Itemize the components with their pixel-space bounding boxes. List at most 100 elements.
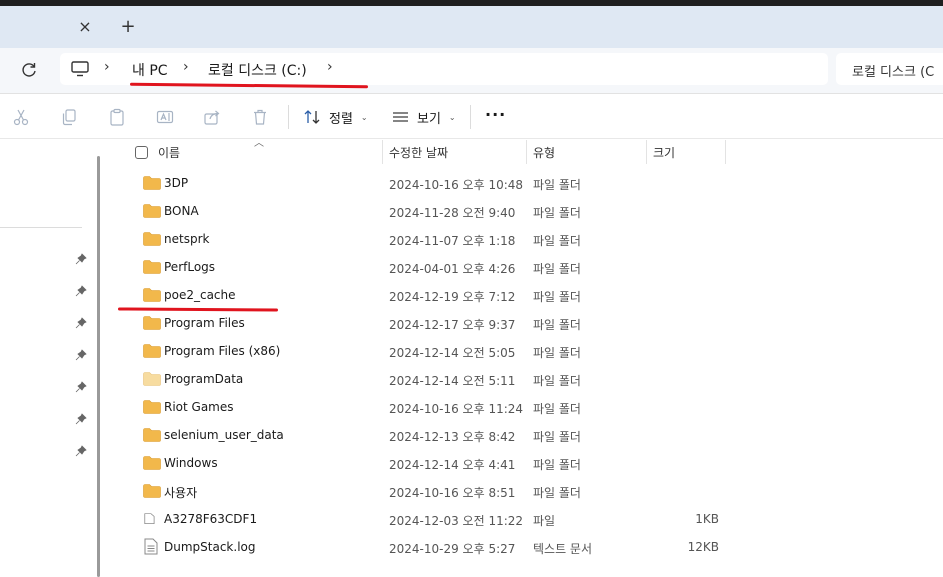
file-date: 2024-12-14 오전 5:11 — [389, 374, 516, 388]
search-placeholder: 로컬 디스크 (C — [852, 65, 935, 80]
file-size: 1KB — [695, 512, 719, 526]
column-divider[interactable] — [725, 140, 726, 164]
breadcrumb-local-disk[interactable]: 로컬 디스크 (C:) — [208, 60, 307, 80]
select-all-checkbox[interactable] — [135, 146, 148, 159]
breadcrumb-this-pc[interactable]: 내 PC — [132, 60, 168, 80]
file-name[interactable]: A3278F63CDF1 — [164, 512, 257, 526]
address-bar[interactable]: › 내 PC › 로컬 디스크 (C:) › — [60, 53, 828, 85]
file-date: 2024-10-29 오후 5:27 — [389, 542, 516, 556]
pin-icon[interactable] — [75, 413, 87, 425]
file-row[interactable]: poe2_cache 2024-12-19 오후 7:12 파일 폴더 — [104, 281, 943, 309]
refresh-icon[interactable] — [18, 59, 40, 81]
file-date: 2024-12-17 오후 9:37 — [389, 318, 516, 332]
column-header-type[interactable]: 유형 — [533, 144, 555, 161]
pin-icon[interactable] — [75, 381, 87, 393]
file-row[interactable]: 사용자 2024-10-16 오후 8:51 파일 폴더 — [104, 477, 943, 505]
file-type: 파일 폴더 — [533, 458, 581, 472]
file-name[interactable]: Riot Games — [164, 400, 234, 414]
breadcrumb-separator-icon[interactable]: › — [183, 59, 189, 75]
this-pc-icon[interactable] — [71, 61, 89, 77]
sort-label: 정렬 — [329, 111, 353, 127]
view-button[interactable]: 보기 ⌄ — [392, 106, 456, 128]
new-tab-icon[interactable]: + — [117, 16, 139, 38]
share-icon[interactable] — [203, 108, 221, 126]
file-date: 2024-12-13 오후 8:42 — [389, 430, 516, 444]
file-date: 2024-12-19 오후 7:12 — [389, 290, 516, 304]
file-name[interactable]: ProgramData — [164, 372, 243, 386]
file-type: 텍스트 문서 — [533, 542, 593, 556]
folder-icon — [143, 204, 161, 218]
file-name[interactable]: 사용자 — [164, 484, 197, 501]
column-header-name[interactable]: 이름 — [158, 144, 180, 161]
delete-icon[interactable] — [251, 108, 269, 126]
file-name[interactable]: poe2_cache — [164, 288, 236, 302]
pin-icon[interactable] — [75, 445, 87, 457]
paste-icon[interactable] — [108, 108, 126, 126]
folder-icon — [143, 400, 161, 414]
search-input[interactable]: 로컬 디스크 (C — [836, 53, 943, 85]
more-options-icon[interactable]: ··· — [485, 105, 506, 124]
breadcrumb-separator-icon[interactable]: › — [104, 59, 110, 75]
file-row[interactable]: Windows 2024-12-14 오후 4:41 파일 폴더 — [104, 449, 943, 477]
file-name[interactable]: Program Files — [164, 316, 245, 330]
file-type: 파일 폴더 — [533, 262, 581, 276]
cut-icon[interactable] — [12, 108, 30, 126]
folder-icon — [143, 484, 161, 498]
navigation-bar: › 내 PC › 로컬 디스크 (C:) › 로컬 디스크 (C — [0, 48, 943, 94]
file-name[interactable]: 3DP — [164, 176, 188, 190]
file-row[interactable]: DumpStack.log 2024-10-29 오후 5:27 텍스트 문서 12K… — [104, 533, 943, 561]
pin-icon[interactable] — [75, 253, 87, 265]
file-name[interactable]: BONA — [164, 204, 199, 218]
file-row[interactable]: BONA 2024-11-28 오전 9:40 파일 폴더 — [104, 197, 943, 225]
folder-icon — [143, 428, 161, 442]
folder-icon — [143, 288, 161, 302]
chevron-down-icon: ⌄ — [448, 112, 456, 122]
column-divider[interactable] — [646, 140, 647, 164]
file-row[interactable]: Riot Games 2024-10-16 오후 11:24 파일 폴더 — [104, 393, 943, 421]
breadcrumb-separator-icon[interactable]: › — [327, 59, 333, 75]
file-icon — [144, 513, 155, 524]
pin-icon[interactable] — [75, 317, 87, 329]
file-row[interactable]: A3278F63CDF1 2024-12-03 오전 11:22 파일 1KB — [104, 505, 943, 533]
sort-button[interactable]: 정렬 ⌄ — [304, 106, 368, 128]
file-row[interactable]: selenium_user_data 2024-12-13 오후 8:42 파일 폴… — [104, 421, 943, 449]
tab-close-icon[interactable]: × — [74, 16, 96, 38]
file-row[interactable]: netsprk 2024-11-07 오후 1:18 파일 폴더 — [104, 225, 943, 253]
column-divider[interactable] — [382, 140, 383, 164]
pin-icon[interactable] — [75, 349, 87, 361]
file-size: 12KB — [687, 540, 719, 554]
file-name[interactable]: Program Files (x86) — [164, 344, 280, 358]
chevron-down-icon: ⌄ — [360, 112, 368, 122]
file-date: 2024-12-03 오전 11:22 — [389, 514, 524, 528]
column-header-row: ︿ 이름 수정한 날짜 유형 크기 — [104, 138, 943, 166]
tab-current[interactable]: × — [0, 6, 104, 48]
folder-icon — [143, 176, 161, 190]
file-date: 2024-12-14 오후 4:41 — [389, 458, 516, 472]
file-type: 파일 폴더 — [533, 234, 581, 248]
column-header-date[interactable]: 수정한 날짜 — [389, 144, 448, 161]
pin-icon[interactable] — [75, 285, 87, 297]
file-type: 파일 폴더 — [533, 318, 581, 332]
file-name[interactable]: netsprk — [164, 232, 209, 246]
file-type: 파일 폴더 — [533, 206, 581, 220]
column-header-size[interactable]: 크기 — [653, 144, 675, 161]
file-type: 파일 폴더 — [533, 290, 581, 304]
navigation-pane — [0, 140, 104, 577]
tab-strip: × + — [0, 6, 943, 48]
file-row[interactable]: PerfLogs 2024-04-01 오후 4:26 파일 폴더 — [104, 253, 943, 281]
rename-icon[interactable] — [156, 108, 174, 126]
file-name[interactable]: DumpStack.log — [164, 540, 255, 554]
nav-pane-scrollbar[interactable] — [97, 156, 100, 577]
file-row[interactable]: 3DP 2024-10-16 오후 10:48 파일 폴더 — [104, 169, 943, 197]
column-divider[interactable] — [526, 140, 527, 164]
file-name[interactable]: Windows — [164, 456, 218, 470]
sort-icon — [304, 110, 320, 124]
file-date: 2024-10-16 오후 11:24 — [389, 402, 524, 416]
text-file-icon — [144, 538, 158, 555]
file-row[interactable]: ProgramData 2024-12-14 오전 5:11 파일 폴더 — [104, 365, 943, 393]
file-name[interactable]: selenium_user_data — [164, 428, 284, 442]
copy-icon[interactable] — [60, 108, 78, 126]
file-name[interactable]: PerfLogs — [164, 260, 215, 274]
file-row[interactable]: Program Files (x86) 2024-12-14 오전 5:05 파일 … — [104, 337, 943, 365]
file-row[interactable]: Program Files 2024-12-17 오후 9:37 파일 폴더 — [104, 309, 943, 337]
